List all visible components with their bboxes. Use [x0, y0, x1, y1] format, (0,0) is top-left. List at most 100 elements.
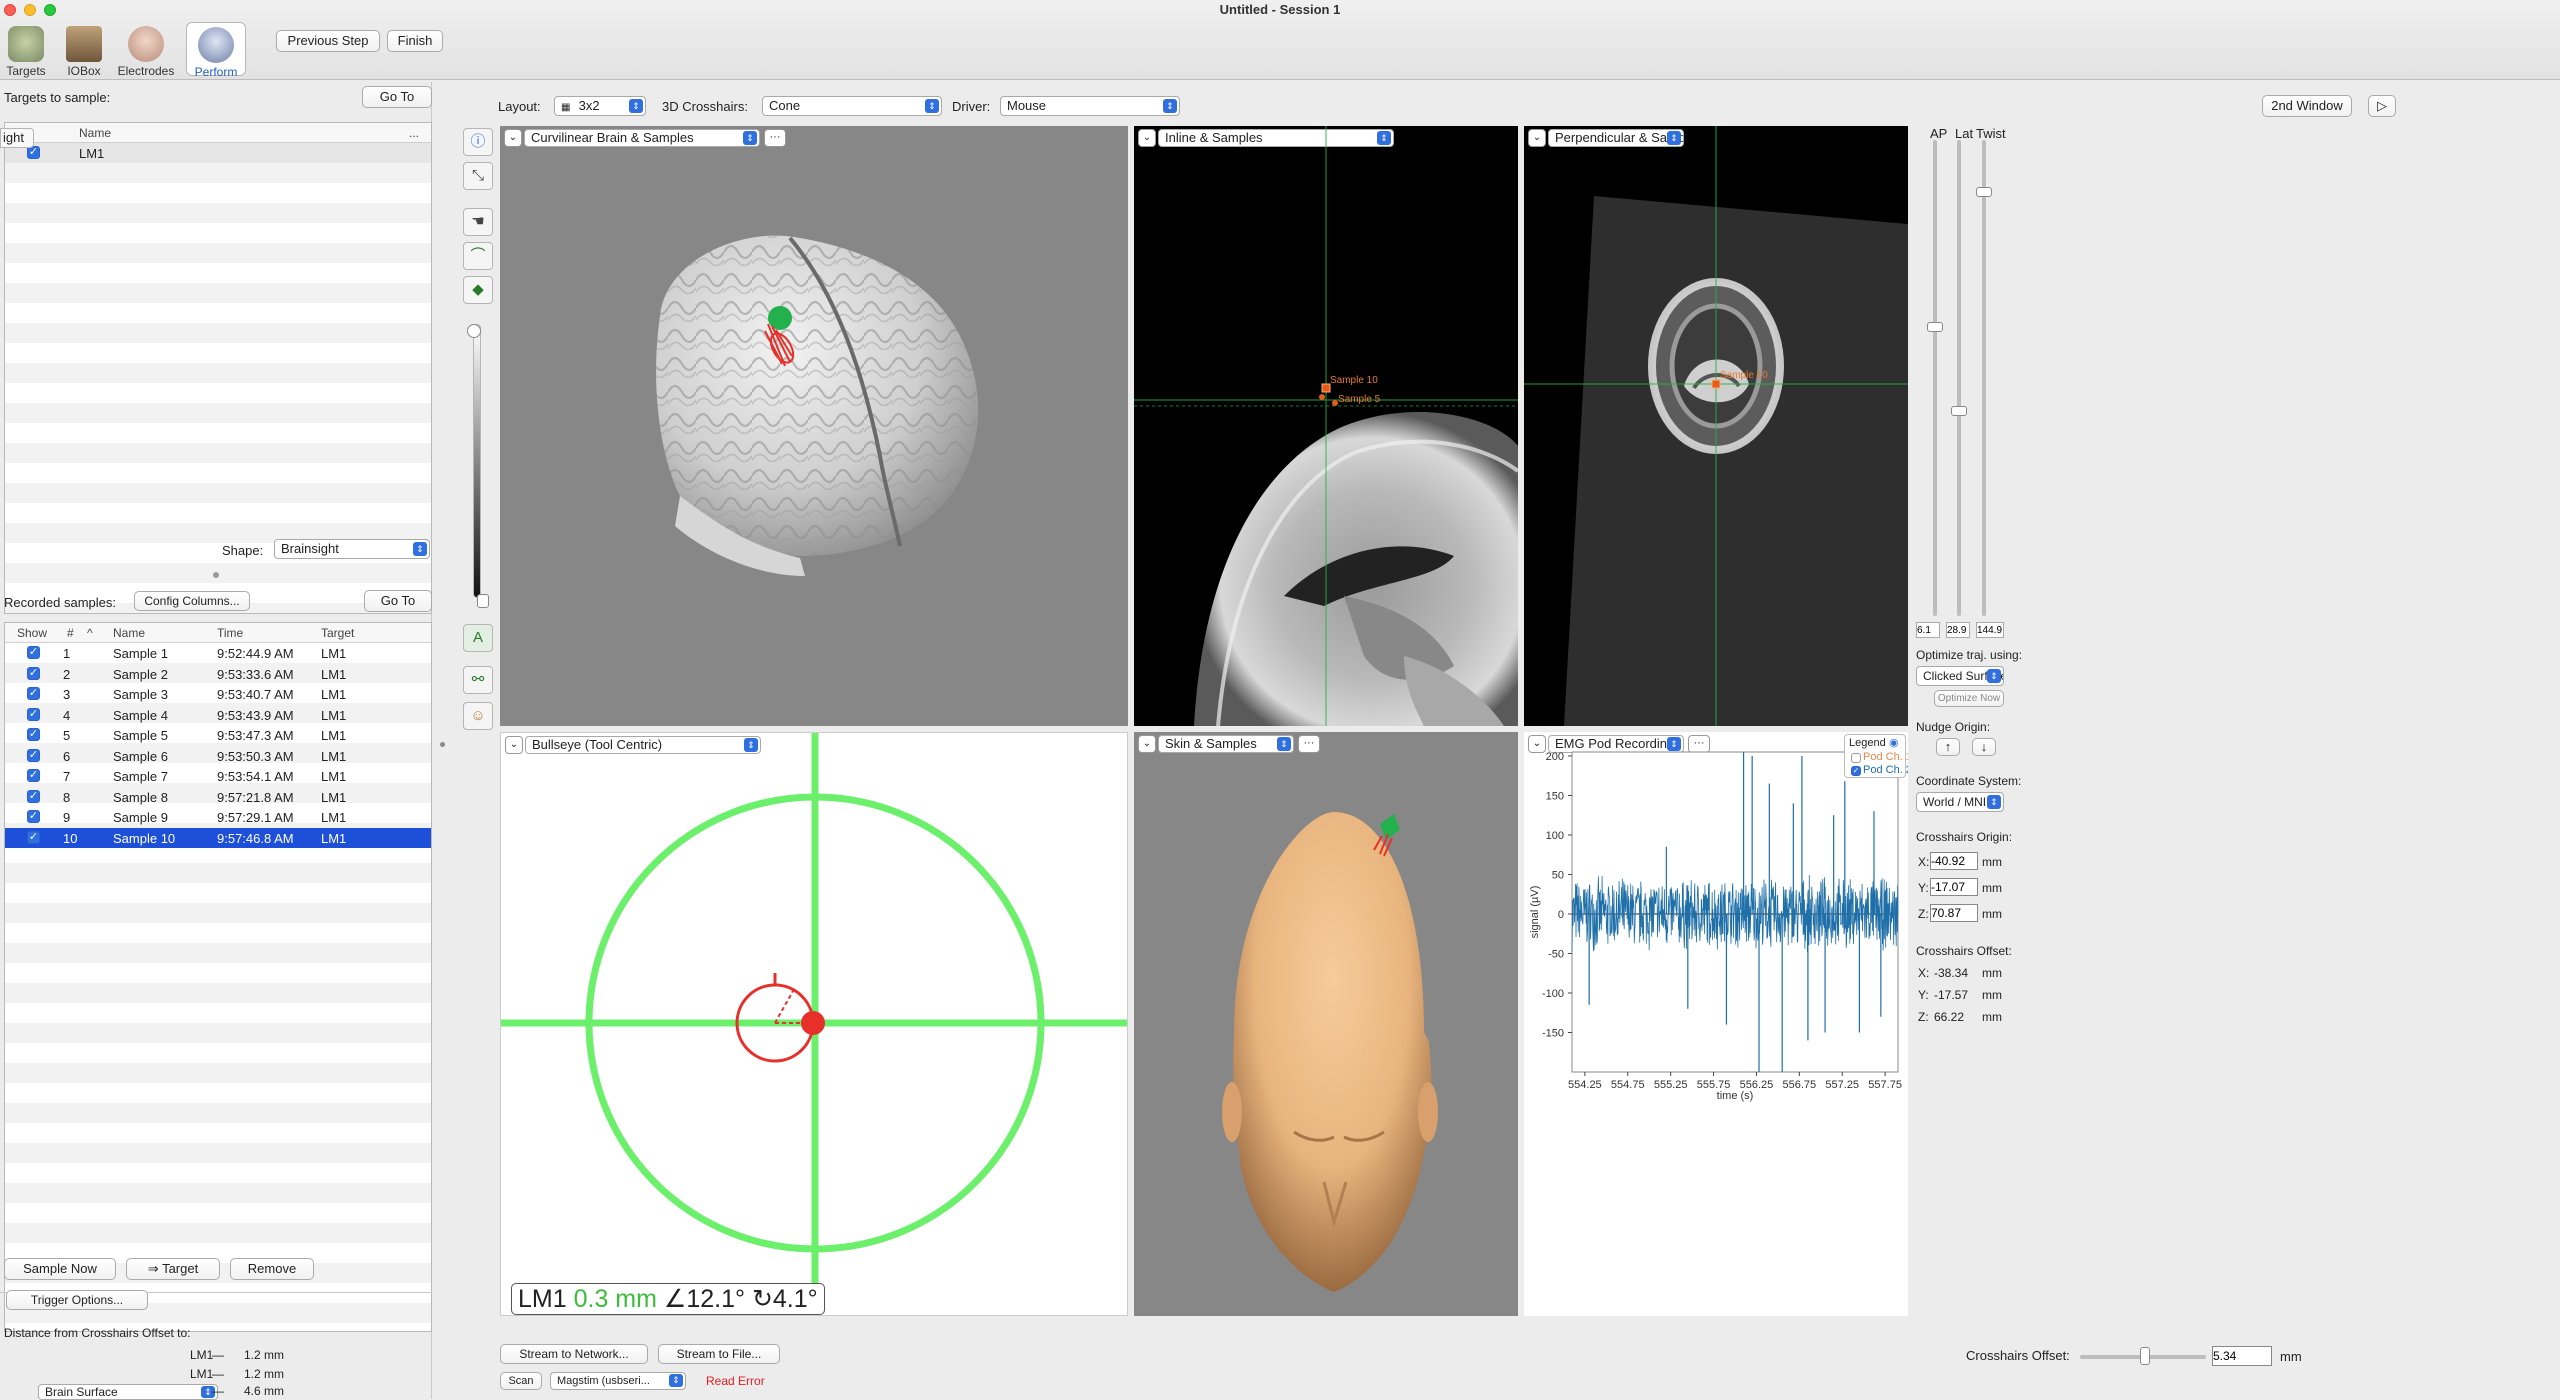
origin-y-field[interactable] — [1930, 878, 1978, 896]
driver-select[interactable]: Mouse ⇕ — [1000, 96, 1180, 116]
twist-value-field[interactable] — [1976, 622, 2004, 638]
ap-slider[interactable] — [1933, 140, 1937, 616]
layout-select[interactable]: ▦ 3x2 ⇕ — [554, 96, 646, 116]
col-name[interactable]: Name — [113, 626, 145, 640]
samples-goto-button[interactable]: Go To — [364, 590, 432, 612]
table-row[interactable]: ✓ 7 Sample 7 9:53:54.1 AM LM1 — [5, 766, 431, 786]
origin-x-field[interactable] — [1930, 852, 1978, 870]
show-sample-checkbox[interactable]: ✓ — [27, 728, 40, 741]
show-sample-checkbox[interactable]: ✓ — [27, 748, 40, 762]
viewport-bullseye[interactable]: ⌄ Bullseye (Tool Centric) ⇕ LM1 0.3 mm ∠… — [500, 732, 1128, 1316]
viewport-skin[interactable]: ⌄ Skin & Samples ⇕ ··· — [1134, 732, 1518, 1316]
ap-value-field[interactable] — [1916, 622, 1940, 638]
table-row[interactable]: ✓ 4 Sample 4 9:53:43.9 AM LM1 — [5, 705, 431, 725]
toolbar-iobox[interactable]: IOBox — [54, 22, 114, 78]
table-row[interactable]: ✓ 9 Sample 9 9:57:29.1 AM LM1 — [5, 807, 431, 827]
crosshairs-select[interactable]: Cone ⇕ — [762, 96, 942, 116]
lat-slider-knob[interactable] — [1951, 405, 1967, 416]
twist-slider[interactable] — [1982, 140, 1986, 616]
table-row[interactable]: ✓ 2 Sample 2 9:53:33.6 AM LM1 — [5, 664, 431, 684]
head-model-icon[interactable]: ☺ — [463, 702, 493, 730]
optimize-now-button[interactable]: Optimize Now — [1934, 690, 2004, 707]
config-columns-button[interactable]: Config Columns... — [134, 591, 250, 611]
targets-col-more[interactable]: ... — [409, 126, 419, 140]
nudge-up-button[interactable]: ↑ — [1936, 738, 1960, 756]
sample-time: 9:53:43.9 AM — [217, 707, 294, 723]
ap-slider-knob[interactable] — [1927, 321, 1943, 332]
nudge-down-button[interactable]: ↓ — [1972, 738, 1996, 756]
viewport-inline[interactable]: ⌄ Inline & Samples ⇕ Sample 10 Sample 5 — [1134, 126, 1518, 726]
hand-icon[interactable]: ☚ — [463, 208, 493, 236]
resize-icon[interactable]: ⤡ — [463, 162, 493, 190]
offset-z-value: 66.22 — [1934, 1010, 1965, 1024]
col-number[interactable]: # — [67, 626, 74, 640]
opacity-slider-top-knob[interactable] — [467, 324, 481, 338]
show-sample-checkbox[interactable]: ✓ — [27, 789, 40, 803]
origin-x-label: X: — [1918, 855, 1930, 869]
stream-file-button[interactable]: Stream to File... — [658, 1344, 780, 1364]
legend-ch1-checkbox[interactable] — [1851, 753, 1861, 763]
driver-label: Driver: — [952, 99, 991, 114]
samples-table[interactable]: Show # ^ Name Time Target ✓ 1 Sample 1 9:52… — [4, 622, 432, 1332]
splitter-handle[interactable] — [213, 572, 219, 578]
offset-slider-knob[interactable] — [2140, 1347, 2151, 1365]
show-sample-checkbox[interactable]: ✓ — [27, 646, 40, 659]
col-target[interactable]: Target — [321, 626, 354, 640]
coordinate-system-value: World / MNI — [1923, 795, 1987, 809]
toolbar-targets[interactable]: Targets — [0, 22, 56, 78]
viewport-perpendicular[interactable]: ⌄ Perpendicular & Samples ⇕ Sample 10 — [1524, 126, 1908, 726]
offset-value-field[interactable] — [2212, 1346, 2272, 1366]
show-sample-checkbox[interactable]: ✓ — [27, 687, 40, 700]
to-target-button[interactable]: ⇒ Target — [126, 1258, 220, 1280]
distance-surface-select[interactable]: Brain Surface ⇕ — [38, 1384, 218, 1400]
table-row[interactable]: ✓ 1 Sample 1 9:52:44.9 AM LM1 — [5, 643, 431, 663]
second-window-button[interactable]: 2nd Window — [2262, 95, 2352, 117]
trigger-options-button[interactable]: Trigger Options... — [6, 1290, 148, 1310]
opacity-slider[interactable] — [473, 324, 481, 598]
targets-goto-button[interactable]: Go To — [362, 86, 432, 108]
info-icon[interactable]: ⓘ — [463, 128, 493, 156]
stream-network-button[interactable]: Stream to Network... — [500, 1344, 648, 1364]
table-row[interactable]: ✓ 10 Sample 10 9:57:46.8 AM LM1 — [5, 827, 431, 848]
list-item[interactable]: ✓ LM1 — [5, 143, 431, 163]
lat-slider[interactable] — [1957, 140, 1961, 616]
targets-col-name[interactable]: Name — [79, 126, 111, 140]
side-tab[interactable]: ight — [0, 128, 34, 148]
curve-tool-icon[interactable]: ⌒ — [463, 242, 493, 270]
previous-step-button[interactable]: Previous Step — [276, 30, 380, 52]
viewport-curvilinear-brain[interactable]: ⌄ Curvilinear Brain & Samples ⇕ ··· — [500, 126, 1128, 726]
finish-button[interactable]: Finish — [387, 30, 443, 52]
annotation-tool-icon[interactable]: A — [463, 624, 493, 652]
skeleton-tool-icon[interactable]: ⚯ — [463, 666, 493, 694]
col-show[interactable]: Show — [17, 626, 47, 640]
table-row[interactable]: ✓ 5 Sample 5 9:53:47.3 AM LM1 — [5, 725, 431, 745]
table-row[interactable]: ✓ 8 Sample 8 9:57:21.8 AM LM1 — [5, 787, 431, 807]
table-row[interactable]: ✓ 3 Sample 3 9:53:40.7 AM LM1 — [5, 684, 431, 704]
show-sample-checkbox[interactable]: ✓ — [27, 810, 40, 823]
table-row[interactable]: ✓ 6 Sample 6 9:53:50.3 AM LM1 — [5, 746, 431, 766]
show-sample-checkbox[interactable]: ✓ — [27, 830, 40, 844]
shape-select[interactable]: Brainsight ⇕ — [274, 539, 430, 559]
legend-ch2-checkbox[interactable]: ✓ — [1851, 766, 1861, 776]
cube-tool-icon[interactable]: ◆ — [463, 276, 493, 304]
coordinate-system-select[interactable]: World / MNI ⇕ — [1916, 792, 2004, 812]
show-sample-checkbox[interactable]: ✓ — [27, 666, 40, 680]
toolbar-perform[interactable]: Perform — [186, 22, 246, 79]
show-sample-checkbox[interactable]: ✓ — [27, 707, 40, 721]
opacity-slider-bottom-knob[interactable] — [477, 594, 489, 608]
twist-slider-knob[interactable] — [1976, 186, 1992, 197]
sample-time: 9:53:33.6 AM — [217, 666, 294, 682]
show-sample-checkbox[interactable]: ✓ — [27, 769, 40, 782]
play-icon[interactable]: ▷ — [2368, 95, 2396, 117]
toolbar-electrodes[interactable]: Electrodes — [116, 22, 176, 78]
sample-now-button[interactable]: Sample Now — [4, 1258, 116, 1280]
eye-icon[interactable]: ◉ — [1889, 736, 1899, 749]
col-time[interactable]: Time — [217, 626, 243, 640]
device-select[interactable]: Magstim (usbseri... ⇕ — [550, 1372, 686, 1390]
optimize-select[interactable]: Clicked Surface ⇕ — [1916, 666, 2004, 686]
viewport-emg[interactable]: ⌄ EMG Pod Recording ⇕ ··· 200 150 100 50 0 -5… — [1524, 732, 1908, 1316]
lat-value-field[interactable] — [1946, 622, 1970, 638]
origin-z-field[interactable] — [1930, 904, 1978, 922]
scan-button[interactable]: Scan — [500, 1372, 542, 1390]
remove-button[interactable]: Remove — [230, 1258, 314, 1280]
